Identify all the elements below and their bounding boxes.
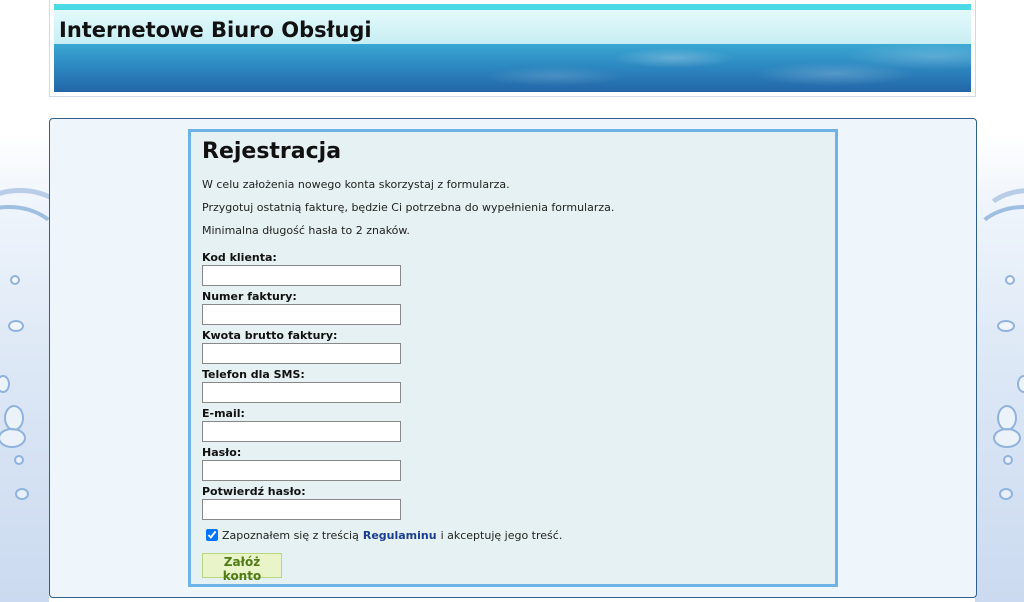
password-field-group: Hasło: [202,446,824,481]
right-water-decoration [975,0,1024,602]
client-code-label: Kod klienta: [202,251,277,264]
header-banner: Internetowe Biuro Obsługi [54,4,971,92]
main-panel: Rejestracja W celu założenia nowego kont… [49,118,977,598]
confirm-password-field-group: Potwierdź hasło: [202,485,824,520]
terms-link[interactable]: Regulaminu [363,529,437,542]
password-label: Hasło: [202,446,242,459]
registration-form: Rejestracja W celu założenia nowego kont… [188,129,838,587]
site-header: Internetowe Biuro Obsługi [49,0,976,97]
gross-amount-label: Kwota brutto faktury: [202,329,338,342]
invoice-number-field-group: Numer faktury: [202,290,824,325]
sms-phone-field-group: Telefon dla SMS: [202,368,824,403]
create-account-button[interactable]: Załóż konto [202,553,282,583]
invoice-number-label: Numer faktury: [202,290,297,303]
client-code-field-group: Kod klienta: [202,251,824,286]
email-field-group: E-mail: [202,407,824,442]
client-code-input[interactable] [202,265,401,286]
terms-text-prefix: Zapoznałem się z treścią [222,528,359,542]
site-title: Internetowe Biuro Obsługi [59,18,372,42]
confirm-password-input[interactable] [202,499,401,520]
left-water-decoration [0,0,49,602]
gross-amount-field-group: Kwota brutto faktury: [202,329,824,364]
terms-text-suffix: i akceptuję jego treść. [440,528,563,542]
info-text-2: Przygotuj ostatnią fakturę, będzie Ci po… [202,201,615,214]
page-title: Rejestracja [202,139,342,164]
invoice-number-input[interactable] [202,304,401,325]
password-input[interactable] [202,460,401,481]
gross-amount-input[interactable] [202,343,401,364]
terms-checkbox[interactable] [206,529,218,541]
sms-phone-label: Telefon dla SMS: [202,368,305,381]
terms-acceptance-row: Zapoznałem się z treścią Regulaminu i ak… [202,526,824,544]
email-input[interactable] [202,421,401,442]
info-text-1: W celu założenia nowego konta skorzystaj… [202,178,510,191]
info-text-3: Minimalna długość hasła to 2 znaków. [202,224,410,237]
email-label: E-mail: [202,407,245,420]
sms-phone-input[interactable] [202,382,401,403]
confirm-password-label: Potwierdź hasło: [202,485,306,498]
